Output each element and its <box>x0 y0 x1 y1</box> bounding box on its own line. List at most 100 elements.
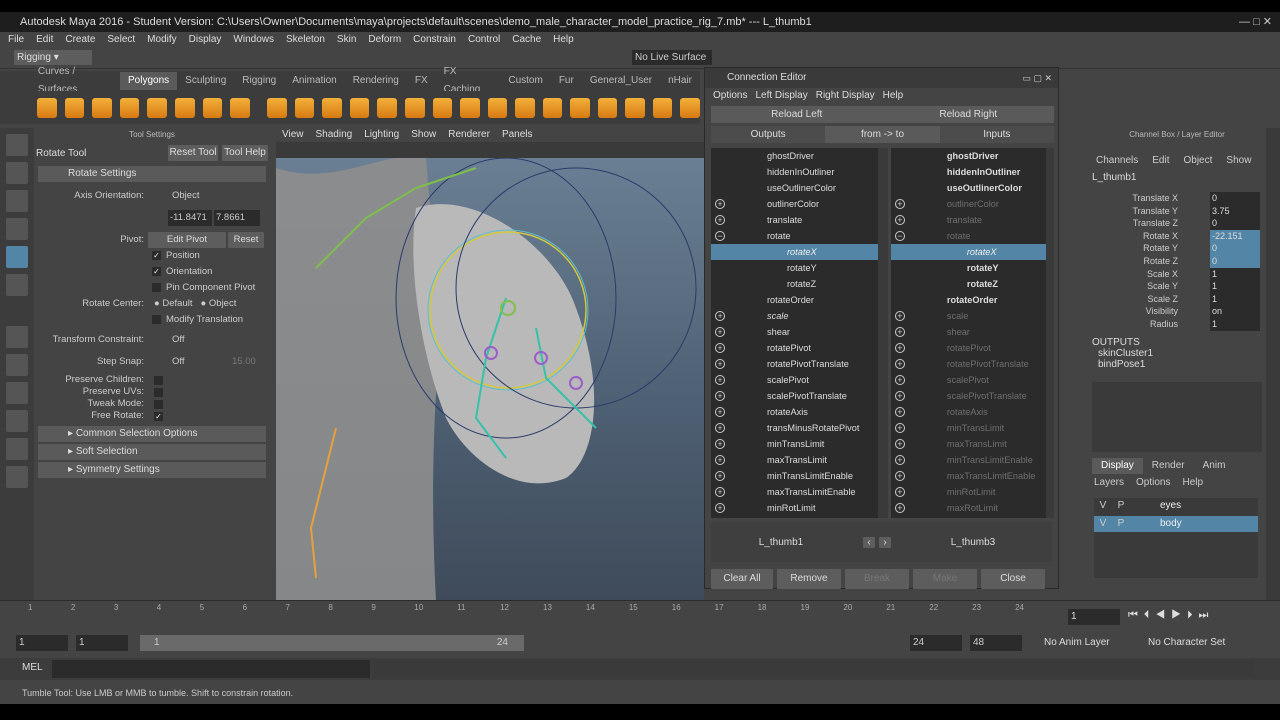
layer-visibility-toggle[interactable]: V <box>1094 518 1112 529</box>
ce-menu-right-display[interactable]: Right Display <box>816 88 875 104</box>
attr-row[interactable]: + maxTransLimit <box>711 452 878 468</box>
scale-tool-icon[interactable] <box>6 274 28 296</box>
channel-value[interactable]: 1 <box>1210 267 1260 281</box>
layer-playback-toggle[interactable]: P <box>1112 500 1130 511</box>
layer-row-eyes[interactable]: V Peyes <box>1094 498 1258 514</box>
poly-cube-icon[interactable] <box>64 97 85 118</box>
rc-default-radio[interactable]: ● Default <box>154 296 193 312</box>
channel-row[interactable]: Translate Y 3.75 <box>1088 204 1266 218</box>
channel-menu-edit[interactable]: Edit <box>1152 155 1169 166</box>
move-tool-icon[interactable] <box>6 218 28 240</box>
shelf-tab-nhair[interactable]: nHair <box>660 72 700 90</box>
attr-row[interactable]: + rotatePivot <box>891 340 1046 356</box>
expand-icon[interactable]: + <box>894 327 905 337</box>
ce-menu-help[interactable]: Help <box>883 88 904 104</box>
attr-row[interactable]: + scalePivotTranslate <box>711 388 878 404</box>
remove-button[interactable]: Remove <box>777 569 841 589</box>
section-symmetry-settings[interactable]: ▸ Symmetry Settings <box>38 462 266 478</box>
channel-value[interactable]: 0 <box>1210 217 1260 230</box>
mel-input[interactable] <box>52 660 370 678</box>
next-node-button[interactable]: › <box>879 536 891 548</box>
ce-menu-options[interactable]: Options <box>713 88 747 104</box>
expand-icon[interactable]: + <box>715 423 725 433</box>
lasso-tool-icon[interactable] <box>6 162 28 184</box>
menu-display[interactable]: Display <box>189 34 222 45</box>
channel-row[interactable]: Rotate Z 0 <box>1088 254 1266 268</box>
attribute-editor-strip[interactable] <box>1266 128 1280 600</box>
attr-row[interactable]: + scalePivot <box>891 372 1046 388</box>
attr-row[interactable]: + maxTransLimitEnable <box>891 468 1046 484</box>
persp-outliner-icon[interactable] <box>6 410 28 432</box>
separate-icon[interactable] <box>294 97 315 118</box>
channel-menu-object[interactable]: Object <box>1184 155 1213 166</box>
attr-row[interactable]: rotateY <box>891 260 1046 276</box>
attr-row[interactable]: + shear <box>711 324 878 340</box>
attr-row[interactable]: + translate <box>711 212 878 228</box>
viewport-menu-shading[interactable]: Shading <box>316 128 353 142</box>
axis-value-2[interactable]: 7.8661 <box>214 210 260 226</box>
shelf-tab-fx[interactable]: FX <box>407 72 436 90</box>
channel-value[interactable]: 1 <box>1210 317 1260 331</box>
attr-row[interactable]: rotateOrder <box>891 292 1046 308</box>
attr-row[interactable]: rotateOrder <box>711 292 878 308</box>
output-bindpose[interactable]: bindPose1 <box>1088 359 1266 370</box>
rc-object-radio[interactable]: ● Object <box>201 296 237 312</box>
attr-row[interactable]: + scale <box>711 308 878 324</box>
planar-map-icon[interactable] <box>597 97 618 118</box>
poly-cylinder-icon[interactable] <box>92 97 112 118</box>
make-button[interactable]: Make <box>913 569 977 589</box>
rotate-tool-icon[interactable] <box>6 246 28 268</box>
viewport-menu-view[interactable]: View <box>282 128 304 142</box>
menu-control[interactable]: Control <box>468 34 500 45</box>
attr-row[interactable]: + maxRotLimit <box>891 500 1046 516</box>
extrude-icon[interactable] <box>404 97 425 118</box>
select-tool-icon[interactable] <box>6 134 28 156</box>
expand-icon[interactable]: + <box>894 439 905 449</box>
layer-tab-display[interactable]: Display <box>1092 457 1143 474</box>
menu-modify[interactable]: Modify <box>147 34 176 45</box>
multi-cut-icon[interactable] <box>515 97 535 118</box>
channel-value[interactable]: 1 <box>1210 280 1260 293</box>
channel-menu-channels[interactable]: Channels <box>1096 155 1138 166</box>
orientation-checkbox[interactable]: ✓ <box>152 266 161 276</box>
bridge-icon[interactable] <box>377 97 397 118</box>
expand-icon[interactable]: + <box>715 439 725 449</box>
shelf-tab-fur[interactable]: Fur <box>551 72 582 90</box>
viewport-menu-renderer[interactable]: Renderer <box>448 128 490 142</box>
shelf-tab-polygons[interactable]: Polygons <box>120 72 178 90</box>
bevel-icon[interactable] <box>432 97 453 118</box>
time-slider[interactable]: 1 2 3 4 5 6 7 8 9 10 11 12 13 14 15 16 17 18 19 20 21 22 23 24 … <box>0 600 1280 630</box>
window-controls[interactable]: — □ ✕ <box>1239 12 1272 32</box>
menu-skin[interactable]: Skin <box>337 34 356 45</box>
expand-icon[interactable]: + <box>894 471 905 481</box>
attr-row[interactable]: + scalePivot <box>711 372 878 388</box>
channel-value[interactable]: -22.151 <box>1210 229 1260 243</box>
axis-value-1[interactable]: -11.8471 <box>168 210 212 226</box>
expand-icon[interactable]: + <box>894 375 905 385</box>
pin-pivot-checkbox[interactable] <box>152 282 161 292</box>
attr-row[interactable]: + translate <box>891 212 1046 228</box>
single-view-icon[interactable] <box>6 326 28 348</box>
close-button[interactable]: Close <box>981 569 1045 589</box>
viewport-menu-show[interactable]: Show <box>411 128 436 142</box>
channel-row[interactable]: Visibility on <box>1088 305 1266 318</box>
extract-icon[interactable] <box>322 97 342 118</box>
channel-row[interactable]: Rotate X -22.151 <box>1088 229 1266 243</box>
poly-disc-icon[interactable] <box>202 97 223 118</box>
attr-row[interactable]: ghostDriver <box>711 148 878 164</box>
poly-torus-icon[interactable] <box>147 97 167 118</box>
channel-value[interactable]: 0 <box>1210 242 1260 255</box>
axis-orientation-dropdown[interactable]: Object <box>172 188 199 204</box>
attr-row[interactable]: + rotateAxis <box>711 404 878 420</box>
left-attribute-list[interactable]: ghostDriver hiddenInOutliner useOutlinerCo… <box>711 148 879 518</box>
expand-icon[interactable]: + <box>715 327 725 337</box>
menu-file[interactable]: File <box>8 34 24 45</box>
attr-row[interactable]: + scale <box>891 308 1046 324</box>
shelf-tab-custom[interactable]: Custom <box>500 72 550 90</box>
reset-pivot-button[interactable]: Reset <box>228 232 264 248</box>
attr-row[interactable]: − rotate <box>711 228 878 244</box>
attr-row[interactable]: ghostDriver <box>891 148 1046 164</box>
reload-left-button[interactable]: Reload Left <box>711 106 883 123</box>
attr-row[interactable]: + shear <box>891 324 1046 340</box>
menu-select[interactable]: Select <box>107 34 135 45</box>
